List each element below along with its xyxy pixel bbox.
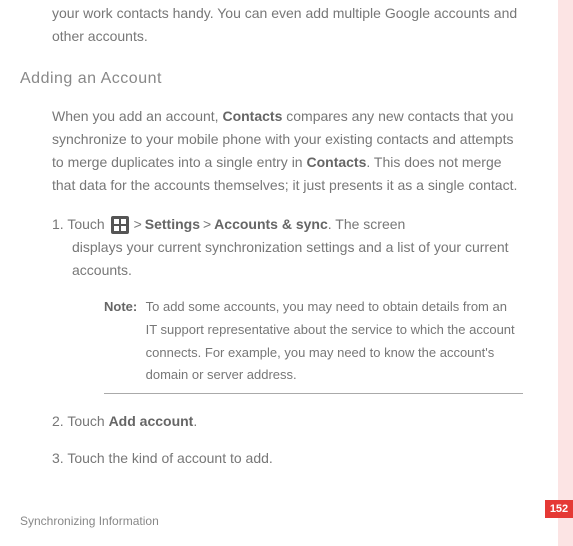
step2-suffix: . [193,413,197,429]
step2-prefix: 2. Touch [52,413,109,429]
contacts-bold: Contacts [222,108,282,124]
section-heading: Adding an Account [20,66,523,92]
section-description: When you add an account, Contacts compar… [52,105,523,197]
breadcrumb-separator: > [203,216,211,232]
settings-label: Settings [145,216,200,232]
step-2: 2. Touch Add account. [52,410,523,433]
step-1: 1. Touch >Settings>Accounts & sync. The … [52,213,523,282]
step-3: 3. Touch the kind of account to add. [52,447,523,470]
page-number-badge: 152 [545,500,573,518]
document-content: your work contacts handy. You can even a… [0,0,573,470]
step-list: 1. Touch >Settings>Accounts & sync. The … [52,213,523,470]
intro-paragraph: your work contacts handy. You can even a… [52,2,523,48]
accounts-sync-label: Accounts & sync [214,216,328,232]
note-text: To add some accounts, you may need to ob… [146,296,521,387]
note-block: Note: To add some accounts, you may need… [104,296,523,394]
breadcrumb-separator: > [134,216,142,232]
contacts-bold: Contacts [306,154,366,170]
note-label: Note: [104,296,142,319]
body-text: When you add an account, [52,108,222,124]
footer-text: Synchronizing Information [20,512,159,532]
step1-prefix: 1. Touch [52,216,109,232]
page-side-tab [558,0,573,546]
apps-grid-icon [111,216,129,234]
step1-continuation: displays your current synchronization se… [52,236,523,282]
step1-suffix: . The screen [328,216,406,232]
add-account-label: Add account [109,413,194,429]
